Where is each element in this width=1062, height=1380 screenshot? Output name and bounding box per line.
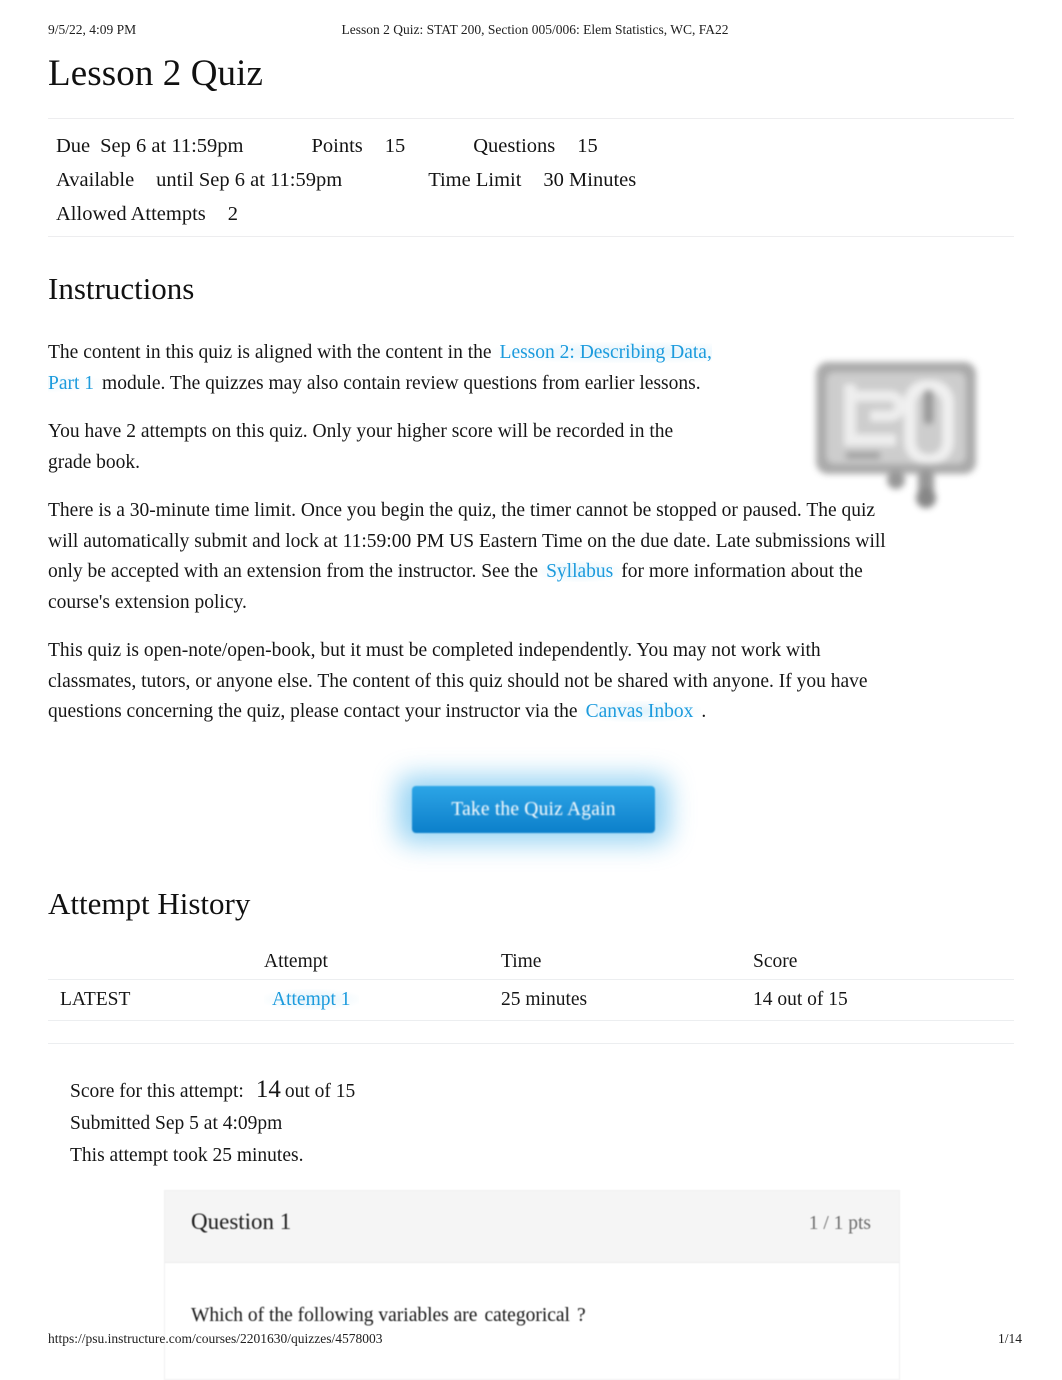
questions-label: Questions xyxy=(473,135,556,157)
print-footer: https://psu.instructure.com/courses/2201… xyxy=(48,1331,1022,1349)
attempt-duration: This attempt took 25 minutes. xyxy=(70,1145,304,1166)
instructions-p4-text-after: . xyxy=(701,701,707,722)
table-rule-3 xyxy=(48,1043,1014,1044)
instructions-paragraph-1: The content in this quiz is aligned with… xyxy=(48,338,720,399)
attempt-1-link[interactable]: Attempt 1 xyxy=(264,989,359,1010)
question-card: Question 1 1 / 1 pts Which of the follow… xyxy=(164,1190,900,1380)
allowed-attempts-label: Allowed Attempts xyxy=(56,203,206,225)
points-label: Points xyxy=(311,135,363,157)
instructions-p1-text-after: module. The quizzes may also contain rev… xyxy=(102,372,701,394)
print-document-title: Lesson 2 Quiz: STAT 200, Section 005/006… xyxy=(341,22,729,37)
table-rule-2 xyxy=(48,1020,1014,1021)
instructions-heading: Instructions xyxy=(48,271,195,306)
due-label: Due xyxy=(56,135,91,157)
time-limit-value: 30 Minutes xyxy=(543,169,637,191)
score-out-of: out of 15 xyxy=(284,1081,356,1102)
quiz-details-row-3: Allowed Attempts 2 xyxy=(56,197,1014,231)
instructions-paragraph-3: There is a 30-minute time limit. Once yo… xyxy=(48,496,893,618)
submitted-timestamp: Submitted Sep 5 at 4:09pm xyxy=(70,1113,283,1134)
quiz-details-row-2: Available until Sep 6 at 11:59pm Time Limi… xyxy=(56,163,1014,197)
footer-page-number: 1/14 xyxy=(997,1331,1022,1346)
quiz-details: Due Sep 6 at 11:59pm Points 15 Questions 15 A… xyxy=(56,129,1014,231)
question-emphasis: categorical xyxy=(484,1305,570,1326)
instructions-p4-text-before: This quiz is open-note/open-book, but it… xyxy=(48,640,868,722)
attempt-time: 25 minutes xyxy=(501,989,588,1010)
question-body: Which of the following variables are cate… xyxy=(165,1263,899,1327)
attempt-history-heading: Attempt History xyxy=(48,886,251,921)
open-book-icon xyxy=(808,352,984,512)
question-title: Question 1 xyxy=(191,1209,292,1234)
available-value: until Sep 6 at 11:59pm xyxy=(156,169,343,191)
table-row: LATEST Attempt 1 25 minutes 14 out of 15 xyxy=(48,979,1014,1020)
print-header: 9/5/22, 4:09 PM Lesson 2 Quiz: STAT 200,… xyxy=(48,22,1022,42)
page-title: Lesson 2 Quiz xyxy=(48,53,264,94)
allowed-attempts-value: 2 xyxy=(227,203,239,225)
points-value: 15 xyxy=(384,135,406,157)
question-card-header: Question 1 1 / 1 pts xyxy=(165,1191,899,1263)
take-the-quiz-again-button[interactable]: Take the Quiz Again xyxy=(412,786,655,833)
printed-page: 9/5/22, 4:09 PM Lesson 2 Quiz: STAT 200,… xyxy=(0,0,1062,1380)
available-label: Available xyxy=(56,169,135,191)
instructions-paragraph-2: You have 2 attempts on this quiz. Only y… xyxy=(48,421,674,473)
question-text-after: ? xyxy=(576,1305,586,1326)
column-header-attempt: Attempt xyxy=(264,951,328,972)
quiz-details-row-1: Due Sep 6 at 11:59pm Points 15 Questions 15 xyxy=(56,129,1014,163)
score-for-this-attempt: Score for this attempt: 14 out of 15 xyxy=(70,1074,355,1108)
questions-value: 15 xyxy=(577,135,598,157)
footer-url: https://psu.instructure.com/courses/2201… xyxy=(48,1331,383,1346)
take-quiz-button-wrapper: Take the Quiz Again xyxy=(398,776,669,843)
attempt-score: 14 out of 15 xyxy=(753,989,848,1010)
syllabus-link[interactable]: Syllabus xyxy=(538,561,622,582)
instructions-paragraph-4: This quiz is open-note/open-book, but it… xyxy=(48,636,893,728)
score-value: 14 xyxy=(255,1076,281,1103)
latest-badge: LATEST xyxy=(60,989,131,1010)
time-limit-label: Time Limit xyxy=(428,169,522,191)
due-value: Sep 6 at 11:59pm xyxy=(100,135,244,157)
details-rule-bottom xyxy=(48,236,1014,237)
instructions-body: The content in this quiz is aligned with… xyxy=(48,338,893,746)
instructions-p1-text-before: The content in this quiz is aligned with… xyxy=(48,342,492,363)
attempt-history-table: Attempt Time Score LATEST Attempt 1 25 m… xyxy=(48,944,1014,1044)
question-points: 1 / 1 pts xyxy=(808,1213,871,1234)
column-header-time: Time xyxy=(501,951,542,972)
column-header-score: Score xyxy=(753,951,798,972)
table-header-row: Attempt Time Score xyxy=(48,944,1014,979)
details-rule-top xyxy=(48,118,1014,119)
question-text-before: Which of the following variables are xyxy=(191,1305,478,1326)
canvas-inbox-link[interactable]: Canvas Inbox xyxy=(577,701,702,722)
score-label: Score for this attempt: xyxy=(70,1081,244,1102)
attempt-summary: Score for this attempt: 14 out of 15 Submi… xyxy=(70,1074,355,1172)
